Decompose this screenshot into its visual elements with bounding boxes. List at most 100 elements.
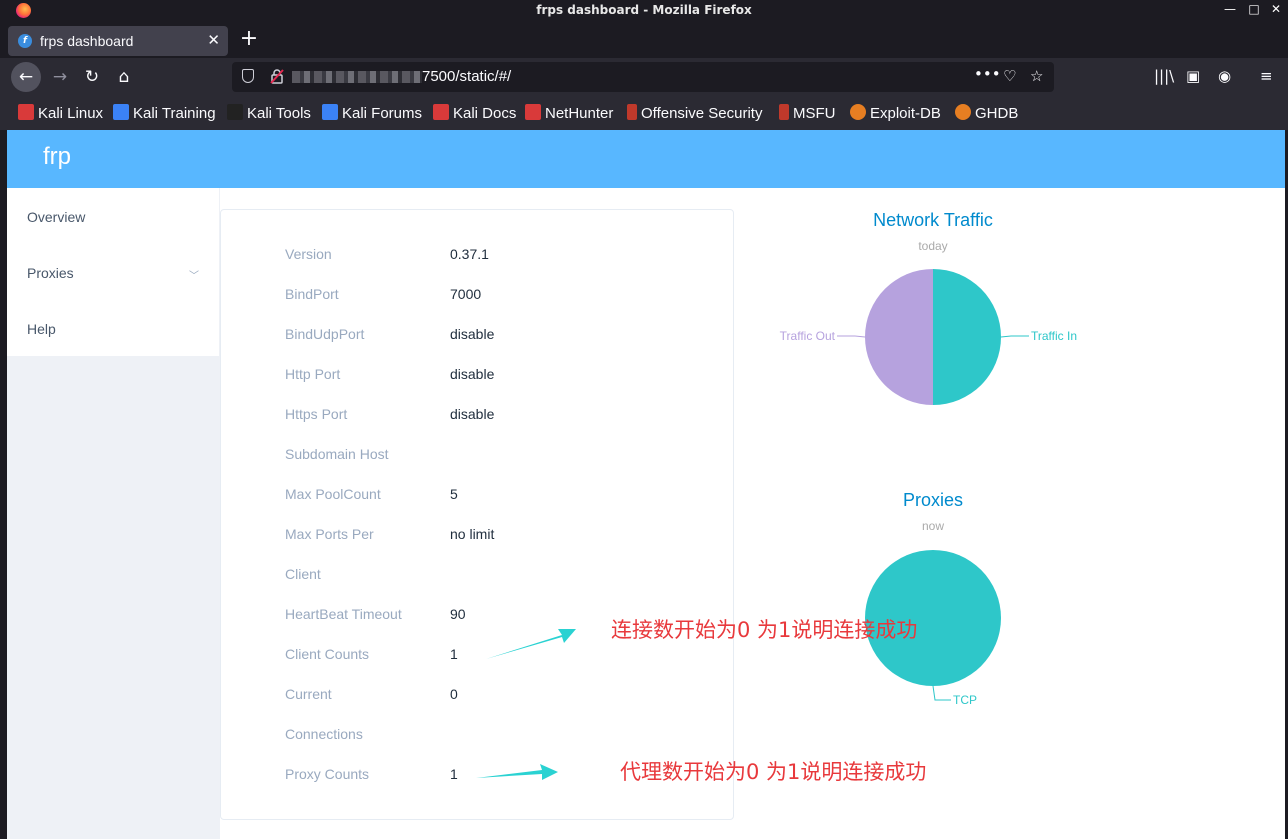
pie-label: TCP bbox=[953, 693, 977, 707]
pie-label-line bbox=[837, 335, 866, 338]
pie-slice-traffic-in[interactable] bbox=[933, 269, 1001, 405]
kali-training-icon bbox=[113, 104, 129, 120]
pie-label-line bbox=[1000, 335, 1029, 338]
tracking-shield-icon[interactable] bbox=[242, 69, 254, 83]
bookmark-kali-linux[interactable]: Kali Linux bbox=[18, 104, 103, 122]
client-count-annotation: 连接数开始为0 为1说明连接成功 bbox=[611, 618, 918, 642]
kali-icon bbox=[18, 104, 34, 120]
sidebar-icon[interactable]: ▣ bbox=[1186, 67, 1200, 85]
bookmark-ghdb[interactable]: GHDB bbox=[955, 104, 1018, 122]
url-bar[interactable]: 7500/static/#/ ••• ♡ ☆ bbox=[232, 62, 1054, 92]
bookmark-label: Offensive Security bbox=[641, 105, 763, 122]
bookmark-label: MSFU bbox=[793, 105, 836, 122]
proxy-count-annotation: 代理数开始为0 为1说明连接成功 bbox=[620, 760, 927, 784]
bookmark-exploit-db[interactable]: Exploit-DB bbox=[850, 104, 941, 122]
sidebar-menu: Overview Proxies ﹀ Help bbox=[7, 188, 219, 356]
info-value: 0 bbox=[450, 686, 458, 702]
msfu-icon bbox=[779, 104, 789, 120]
info-label: Max PoolCount bbox=[285, 486, 381, 502]
info-value: 1 bbox=[450, 766, 458, 782]
info-value: 90 bbox=[450, 606, 466, 622]
tab-strip: f frps dashboard ✕ + bbox=[0, 22, 1288, 58]
info-label: BindPort bbox=[285, 286, 339, 302]
bookmark-msfu[interactable]: MSFU bbox=[779, 104, 836, 122]
info-label: Client bbox=[285, 566, 321, 582]
bookmark-kali-forums[interactable]: Kali Forums bbox=[322, 104, 422, 122]
kali-docs-icon bbox=[433, 104, 449, 120]
redacted-host bbox=[292, 71, 422, 83]
bookmark-kali-training[interactable]: Kali Training bbox=[113, 104, 216, 122]
offsec-icon bbox=[627, 104, 637, 120]
new-tab-button[interactable]: + bbox=[238, 26, 260, 51]
traffic-chart-subtitle: today bbox=[918, 239, 948, 253]
info-value: no limit bbox=[450, 526, 495, 542]
nethunter-icon bbox=[525, 104, 541, 120]
chevron-down-icon[interactable]: ﹀ bbox=[189, 267, 199, 282]
account-icon[interactable]: ◉ bbox=[1218, 67, 1231, 85]
frp-favicon-icon: f bbox=[18, 34, 32, 48]
info-label: Connections bbox=[285, 726, 363, 742]
navigation-toolbar: ← → ↻ ⌂ 7500/static/#/ ••• ♡ ☆ |||\ ▣ ◉ … bbox=[0, 58, 1288, 96]
window-titlebar: frps dashboard - Mozilla Firefox — □ ✕ bbox=[0, 0, 1288, 22]
bookmark-kali-tools[interactable]: Kali Tools bbox=[227, 104, 311, 122]
info-value: 0.37.1 bbox=[450, 246, 489, 262]
client-arrow-icon bbox=[486, 629, 576, 659]
app-header: frp bbox=[7, 130, 1285, 188]
minimize-button[interactable]: — bbox=[1223, 2, 1237, 16]
info-label: Current bbox=[285, 686, 332, 702]
maximize-button[interactable]: □ bbox=[1247, 2, 1261, 16]
page-actions-icon[interactable]: ••• bbox=[974, 65, 1001, 83]
pie-label-line bbox=[932, 685, 951, 701]
pie-slice-traffic-out[interactable] bbox=[865, 269, 933, 405]
info-label: Version bbox=[285, 246, 332, 262]
app-brand[interactable]: frp bbox=[43, 143, 71, 171]
bookmark-offensive-security[interactable]: Offensive Security bbox=[627, 104, 762, 122]
insecure-lock-icon[interactable] bbox=[270, 68, 284, 84]
menu-item-proxies[interactable]: Proxies bbox=[27, 265, 74, 281]
bookmark-label: Kali Linux bbox=[38, 105, 104, 122]
proxies-chart-subtitle: now bbox=[921, 519, 944, 533]
menu-item-help[interactable]: Help bbox=[27, 321, 56, 337]
menu-item-overview[interactable]: Overview bbox=[27, 209, 85, 225]
ghdb-icon bbox=[955, 104, 971, 120]
close-tab-icon[interactable]: ✕ bbox=[207, 31, 220, 49]
menu-hamburger-icon[interactable]: ≡ bbox=[1260, 67, 1273, 85]
info-value: 1 bbox=[450, 646, 458, 662]
bookmark-label: Kali Forums bbox=[342, 105, 423, 122]
proxies-chart-title: Proxies bbox=[902, 490, 964, 510]
info-label: Client Counts bbox=[285, 646, 370, 662]
info-value: disable bbox=[450, 326, 495, 342]
traffic-chart-title: Network Traffic bbox=[873, 210, 993, 230]
bookmark-label: GHDB bbox=[975, 105, 1019, 122]
web-page: frp Overview Proxies ﹀ Help Version 0.37… bbox=[7, 130, 1285, 839]
traffic-pie-chart: Traffic In Traffic Out bbox=[780, 269, 1077, 405]
info-label: HeartBeat Timeout bbox=[285, 606, 402, 622]
forward-button[interactable]: → bbox=[45, 62, 75, 92]
info-value: disable bbox=[450, 406, 495, 422]
back-button[interactable]: ← bbox=[11, 62, 41, 92]
home-button[interactable]: ⌂ bbox=[109, 62, 139, 92]
bookmark-nethunter[interactable]: NetHunter bbox=[525, 104, 613, 122]
library-icon[interactable]: |||\ bbox=[1154, 67, 1174, 85]
pocket-icon[interactable]: ♡ bbox=[1003, 67, 1016, 85]
bookmark-kali-docs[interactable]: Kali Docs bbox=[433, 104, 516, 122]
info-label: Max Ports Per bbox=[285, 526, 374, 542]
bookmark-star-icon[interactable]: ☆ bbox=[1030, 67, 1043, 85]
pie-label: Traffic Out bbox=[780, 329, 836, 343]
info-value: disable bbox=[450, 366, 495, 382]
close-window-button[interactable]: ✕ bbox=[1269, 2, 1283, 16]
bookmarks-toolbar: Kali Linux Kali Training Kali Tools Kali… bbox=[0, 96, 1288, 130]
main-content: Version 0.37.1 BindPort 7000 BindUdpPort… bbox=[220, 188, 1285, 839]
info-label: Https Port bbox=[285, 406, 348, 422]
url-text[interactable]: 7500/static/#/ bbox=[422, 68, 511, 85]
bookmark-label: Kali Training bbox=[133, 105, 216, 122]
sidebar: Overview Proxies ﹀ Help bbox=[7, 188, 220, 839]
info-label: Proxy Counts bbox=[285, 766, 370, 782]
info-label: Http Port bbox=[285, 366, 341, 382]
info-value: 7000 bbox=[450, 286, 482, 302]
reload-button[interactable]: ↻ bbox=[77, 62, 107, 92]
tab-frps-dashboard[interactable]: f frps dashboard ✕ bbox=[8, 26, 228, 56]
info-value: 5 bbox=[450, 486, 458, 502]
tab-title: frps dashboard bbox=[40, 33, 134, 49]
bookmark-label: Kali Tools bbox=[247, 105, 311, 122]
